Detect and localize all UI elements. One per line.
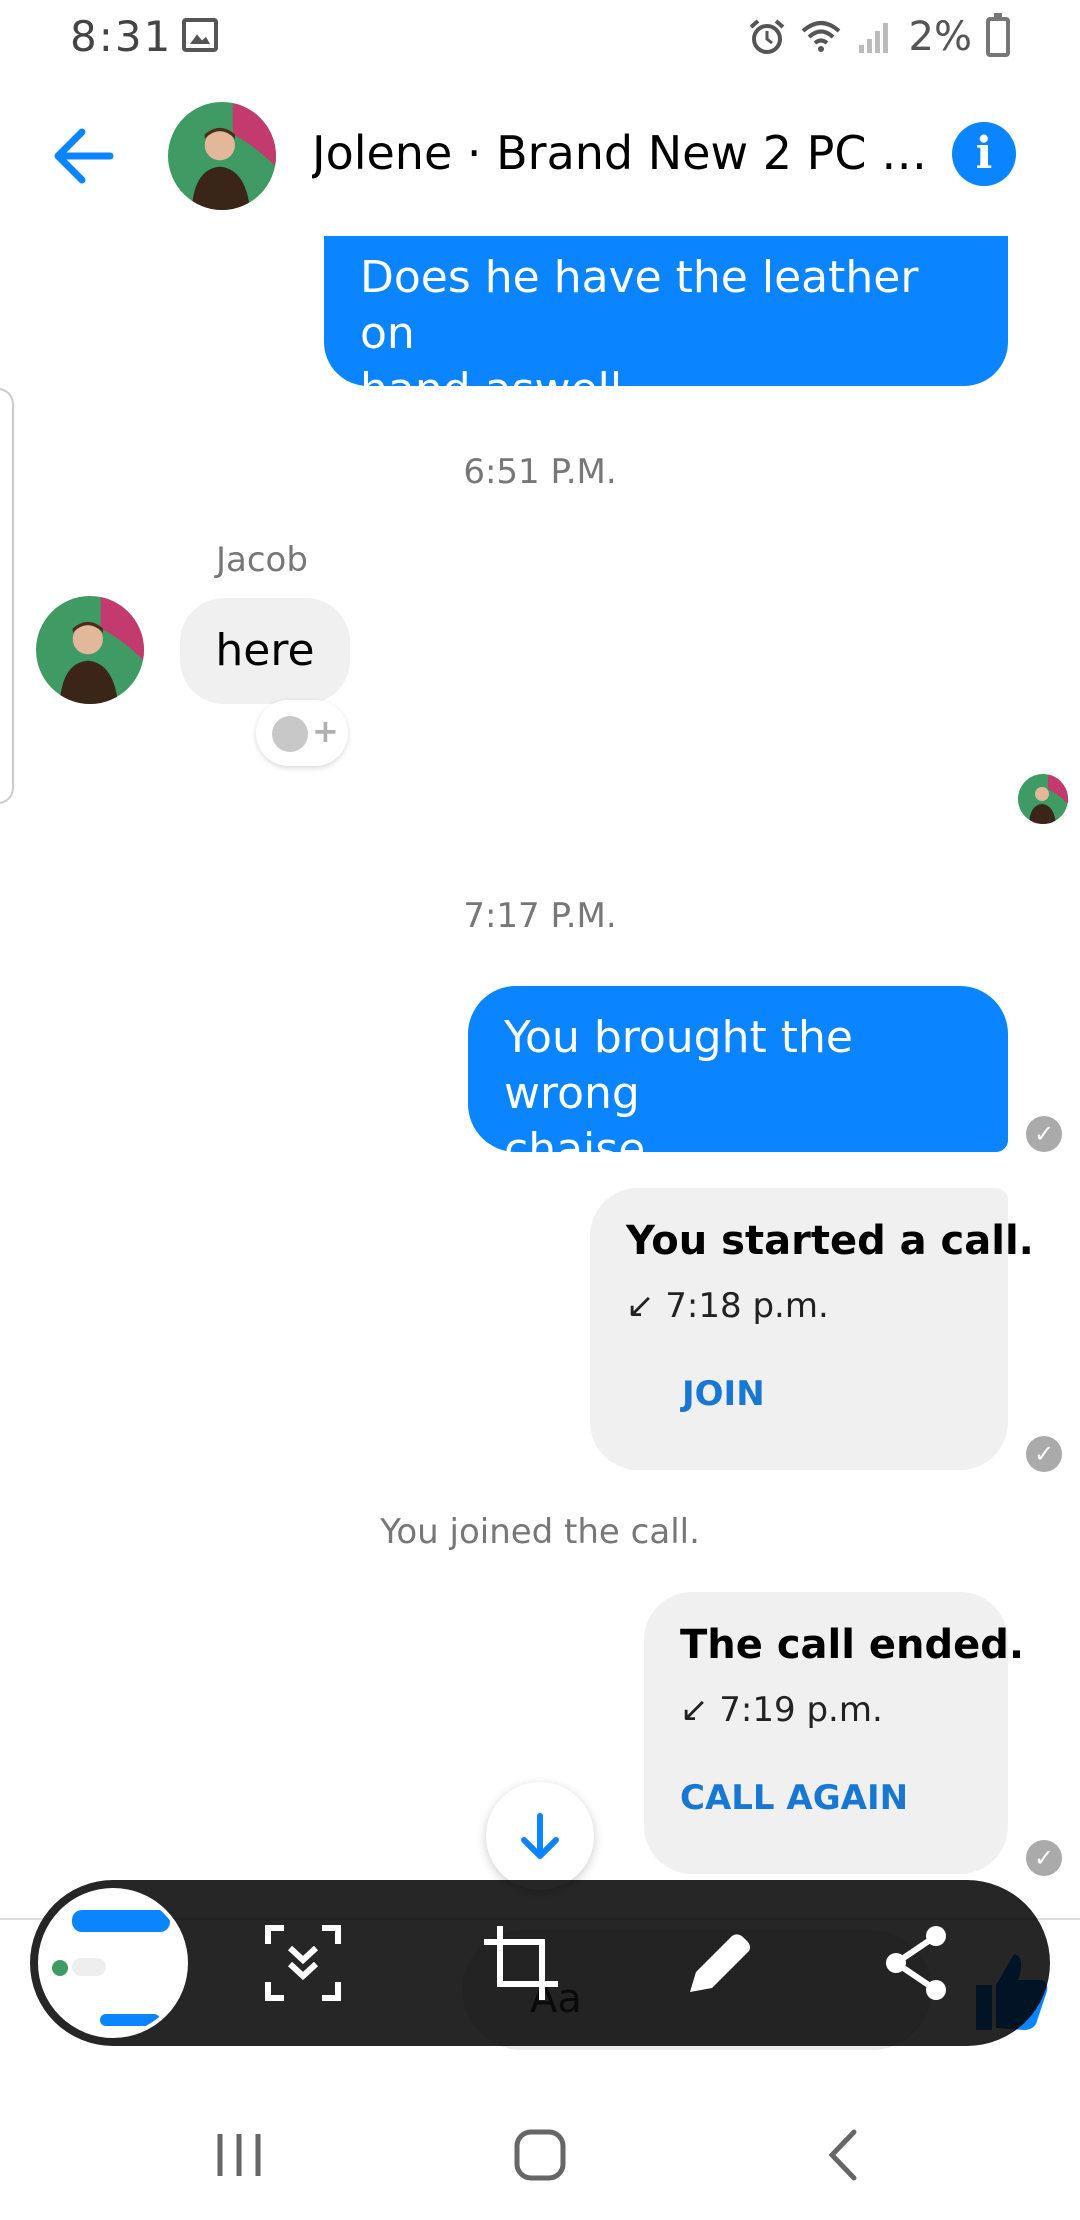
contact-avatar[interactable] bbox=[168, 102, 276, 210]
screenshot-thumbnail[interactable] bbox=[38, 1888, 188, 2038]
edge-panel-handle[interactable] bbox=[0, 388, 14, 804]
battery-icon bbox=[986, 13, 1010, 57]
chat-header: Jolene · Brand New 2 PC Se... i bbox=[0, 76, 1080, 236]
recent-apps-icon[interactable] bbox=[204, 2120, 274, 2190]
call-time: ↙ 7:18 p.m. bbox=[626, 1286, 829, 1326]
system-nav-bar bbox=[0, 2080, 1080, 2220]
alarm-icon bbox=[749, 19, 784, 54]
call-time: ↙ 7:19 p.m. bbox=[680, 1690, 883, 1730]
timestamp: 7:17 P.M. bbox=[463, 896, 617, 936]
scroll-capture-icon[interactable] bbox=[260, 1920, 346, 2006]
message-line: Does he have the leather on bbox=[360, 252, 919, 359]
home-icon[interactable] bbox=[505, 2120, 575, 2190]
scroll-to-bottom-button[interactable] bbox=[486, 1782, 594, 1890]
outgoing-message[interactable]: You brought the wrong chaise ... bbox=[468, 986, 1008, 1175]
battery-percent: 2% bbox=[908, 14, 972, 60]
signal-icon bbox=[858, 23, 888, 53]
avatar-photo-icon bbox=[1018, 774, 1068, 824]
message-line: You brought the wrong bbox=[504, 1012, 853, 1119]
call-started-card: You started a call. ↙ 7:18 p.m. JOIN bbox=[590, 1188, 1034, 1470]
timestamp: 6:51 P.M. bbox=[463, 452, 617, 492]
seen-check-icon: ✓ bbox=[1026, 1840, 1062, 1876]
message-line: hand aswell bbox=[360, 364, 623, 415]
call-again-button[interactable]: CALL AGAIN bbox=[680, 1778, 908, 1818]
conversation-title[interactable]: Jolene · Brand New 2 PC Se... bbox=[312, 126, 932, 180]
gallery-notification-icon bbox=[182, 18, 218, 52]
avatar-photo-icon bbox=[168, 102, 276, 210]
status-time: 8:31 bbox=[70, 12, 173, 61]
seen-check-icon: ✓ bbox=[1026, 1116, 1062, 1152]
status-bar: 8:31 2% bbox=[0, 0, 1080, 76]
read-receipt-avatar bbox=[1018, 774, 1068, 824]
back-nav-icon[interactable] bbox=[808, 2120, 878, 2190]
status-icons: 2% bbox=[747, 13, 1010, 60]
screenshot-toolbar bbox=[30, 1880, 1050, 2046]
arrow-down-icon bbox=[521, 1813, 559, 1859]
sender-name: Jacob bbox=[216, 540, 308, 580]
share-icon[interactable] bbox=[874, 1920, 960, 2006]
message-line: chaise ... bbox=[504, 1124, 702, 1175]
wifi-icon bbox=[801, 21, 840, 52]
smiley-icon bbox=[272, 716, 308, 752]
call-title: The call ended. bbox=[680, 1622, 1025, 1668]
incoming-message[interactable]: here bbox=[180, 598, 350, 704]
crop-icon[interactable] bbox=[478, 1920, 564, 2006]
back-arrow-icon[interactable] bbox=[46, 118, 122, 194]
pencil-icon[interactable] bbox=[676, 1920, 762, 2006]
sender-avatar[interactable] bbox=[36, 596, 144, 704]
info-button[interactable]: i bbox=[952, 122, 1016, 186]
system-note: You joined the call. bbox=[380, 1512, 700, 1552]
join-call-button[interactable]: JOIN bbox=[682, 1374, 765, 1414]
plus-icon: + bbox=[312, 712, 339, 750]
call-title: You started a call. bbox=[626, 1218, 1034, 1264]
add-reaction-button[interactable]: + bbox=[256, 700, 348, 766]
avatar-photo-icon bbox=[36, 596, 144, 704]
outgoing-message[interactable]: Does he have the leather on hand aswell bbox=[324, 236, 1008, 415]
seen-check-icon: ✓ bbox=[1026, 1436, 1062, 1472]
call-ended-card: The call ended. ↙ 7:19 p.m. CALL AGAIN bbox=[644, 1592, 1024, 1874]
